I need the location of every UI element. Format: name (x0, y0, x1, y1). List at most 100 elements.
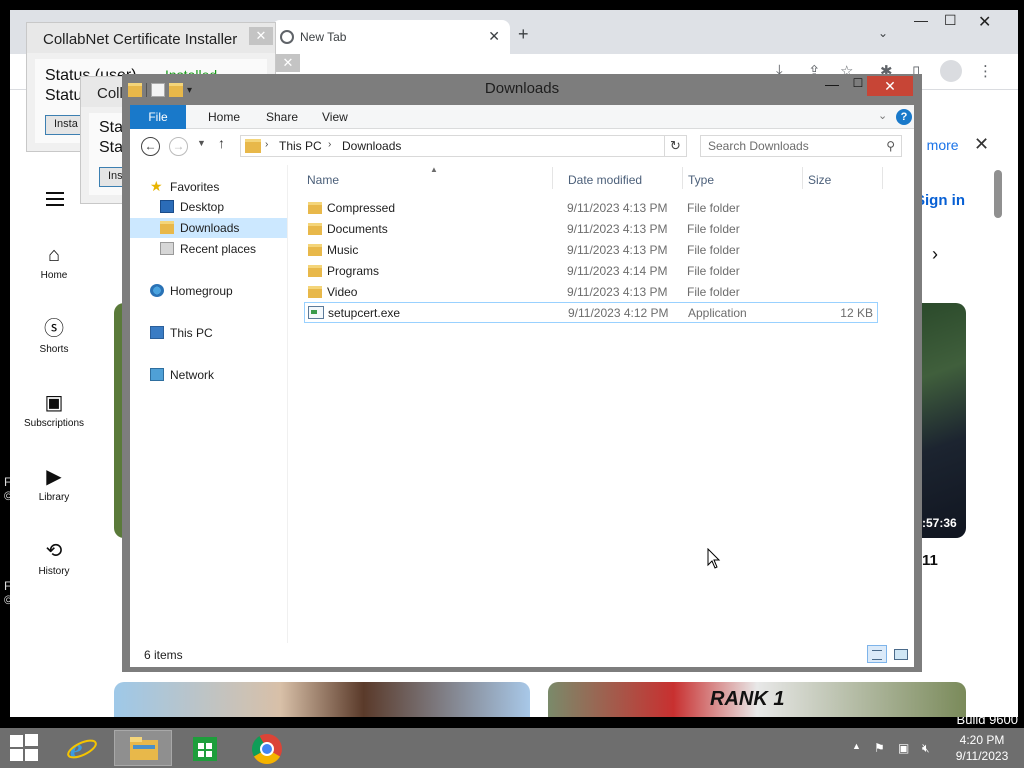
cert-close-icon[interactable]: ✕ (249, 27, 273, 45)
folder-icon (308, 223, 322, 235)
column-header-size[interactable]: Size (808, 173, 831, 187)
volume-muted-icon[interactable]: 🔇︎ (922, 741, 930, 756)
breadcrumb-separator-icon[interactable]: › (265, 139, 268, 150)
large-icons-view-icon[interactable] (891, 645, 909, 663)
file-row-selected[interactable]: setupcert.exe 9/11/2023 4:12 PM Applicat… (304, 302, 878, 323)
nav-desktop[interactable]: Desktop (160, 197, 224, 217)
sidebar-item-label: Subscriptions (23, 418, 85, 429)
taskbar: e ▲ ⚑ ▣ 🔇︎ 4:20 PM 9/11/2023 (0, 728, 1024, 768)
action-center-flag-icon[interactable]: ⚑ (874, 741, 885, 755)
back-button[interactable]: ← (141, 137, 160, 156)
help-icon[interactable]: ? (896, 109, 912, 125)
video-thumbnail[interactable] (920, 303, 966, 538)
infobar-close-icon[interactable]: ✕ (974, 134, 989, 155)
expand-ribbon-icon[interactable]: ⌄ (878, 109, 887, 122)
tab-close-icon[interactable]: ✕ (488, 28, 500, 45)
chrome-minimize-icon[interactable]: — (914, 12, 928, 28)
file-list: ▲ Name Date modified Type Size Compresse… (296, 165, 914, 643)
breadcrumb-separator-icon[interactable]: › (328, 139, 331, 150)
address-bar[interactable]: › This PC › Downloads ⌄ (240, 135, 761, 157)
column-header-date[interactable]: Date modified (568, 173, 642, 187)
up-button[interactable]: ↑ (218, 135, 225, 151)
tab-home[interactable]: Home (194, 105, 254, 129)
file-row[interactable]: Music 9/11/2023 4:13 PM File folder (304, 240, 878, 261)
store-taskbar-button[interactable] (176, 730, 234, 766)
minimize-icon[interactable]: — (822, 76, 842, 92)
sidebar-item-label: History (38, 566, 70, 577)
store-icon (193, 737, 217, 761)
internet-explorer-taskbar-button[interactable]: e (52, 730, 110, 766)
video-thumbnail[interactable] (114, 682, 530, 717)
file-row[interactable]: Compressed 9/11/2023 4:13 PM File folder (304, 198, 878, 219)
page-scrollbar[interactable] (994, 170, 1002, 218)
navigation-pane: ★ Favorites Desktop Downloads Recent plac… (130, 165, 288, 643)
sidebar-item-history[interactable]: ⟲ History (10, 538, 98, 577)
chrome-maximize-icon[interactable]: ☐ (944, 12, 957, 29)
file-name: Programs (327, 264, 380, 278)
search-input[interactable] (701, 136, 871, 156)
column-divider[interactable] (802, 167, 803, 189)
chrome-tab[interactable]: New Tab ✕ (272, 20, 510, 54)
tab-view[interactable]: View (308, 105, 362, 129)
chrome-icon (251, 734, 282, 765)
column-divider[interactable] (882, 167, 883, 189)
sign-in-button[interactable]: Sign in (915, 192, 965, 209)
hamburger-menu-icon[interactable] (46, 192, 64, 206)
profile-avatar[interactable] (940, 60, 962, 82)
tab-share[interactable]: Share (252, 105, 312, 129)
tab-search-chevron-icon[interactable]: ⌄ (878, 26, 888, 40)
search-icon[interactable]: ⚲ (886, 139, 895, 153)
nav-recent-places[interactable]: Recent places (160, 239, 256, 259)
file-name: Music (327, 243, 359, 257)
file-row[interactable]: Programs 9/11/2023 4:14 PM File folder (304, 261, 878, 282)
breadcrumb-downloads[interactable]: Downloads (342, 139, 401, 153)
file-date: 9/11/2023 4:13 PM (567, 201, 668, 215)
start-button[interactable] (10, 734, 40, 762)
file-explorer-taskbar-button[interactable] (114, 730, 172, 766)
new-tab-button[interactable]: + (518, 24, 529, 45)
maximize-icon[interactable]: ☐ (848, 76, 868, 90)
nav-downloads[interactable]: Downloads (130, 218, 287, 238)
cert-close-icon[interactable]: ✕ (276, 54, 300, 72)
column-divider[interactable] (552, 167, 553, 189)
column-divider[interactable] (682, 167, 683, 189)
chrome-favicon-icon (280, 30, 294, 44)
nav-this-pc[interactable]: This PC (150, 323, 213, 343)
network-tray-icon[interactable]: ▣ (898, 741, 909, 755)
nav-homegroup[interactable]: Homegroup (150, 281, 233, 301)
show-hidden-icons-icon[interactable]: ▲ (852, 741, 861, 751)
clock-date: 9/11/2023 (955, 749, 1009, 763)
file-row[interactable]: Video 9/11/2023 4:13 PM File folder (304, 282, 878, 303)
clock-time: 4:20 PM (959, 733, 1005, 747)
clock[interactable]: 4:20 PM 9/11/2023 (940, 732, 1024, 764)
column-header-name[interactable]: Name (307, 173, 339, 187)
tab-file[interactable]: File (130, 105, 186, 129)
explorer-content: ★ Favorites Desktop Downloads Recent plac… (130, 165, 914, 643)
chrome-taskbar-button[interactable] (238, 730, 296, 766)
sidebar-item-subscriptions[interactable]: ▣ Subscriptions (10, 390, 98, 429)
sidebar-item-shorts[interactable]: ⓢ Shorts (10, 316, 98, 355)
search-box[interactable]: ⚲ (700, 135, 902, 157)
breadcrumb-this-pc[interactable]: This PC (279, 139, 322, 153)
nav-label: Downloads (180, 221, 240, 235)
mouse-cursor-icon (707, 548, 721, 569)
cert-title-bar: CollabNet Certificate Installer ✕ (27, 23, 275, 53)
refresh-button[interactable]: ↻ (665, 135, 687, 157)
sidebar-item-library[interactable]: ▶ Library (10, 464, 98, 503)
video-title-fragment[interactable]: 11 (922, 552, 938, 569)
file-row[interactable]: Documents 9/11/2023 4:13 PM File folder (304, 219, 878, 240)
close-icon[interactable]: ✕ (867, 76, 913, 96)
nav-favorites[interactable]: ★ Favorites (150, 176, 219, 196)
library-icon: ▶ (46, 466, 62, 488)
details-view-icon[interactable] (867, 645, 887, 663)
column-header-type[interactable]: Type (688, 173, 714, 187)
application-icon (308, 306, 324, 319)
chrome-menu-icon[interactable]: ⋮ (978, 62, 993, 80)
chrome-close-icon[interactable]: ✕ (978, 12, 991, 32)
recent-locations-icon[interactable]: ▼ (197, 138, 206, 148)
chevron-right-icon[interactable]: › (932, 244, 938, 265)
forward-button[interactable]: → (169, 137, 188, 156)
nav-network[interactable]: Network (150, 365, 214, 385)
sidebar-item-home[interactable]: ⌂ Home (10, 242, 98, 281)
file-date: 9/11/2023 4:12 PM (568, 306, 669, 320)
